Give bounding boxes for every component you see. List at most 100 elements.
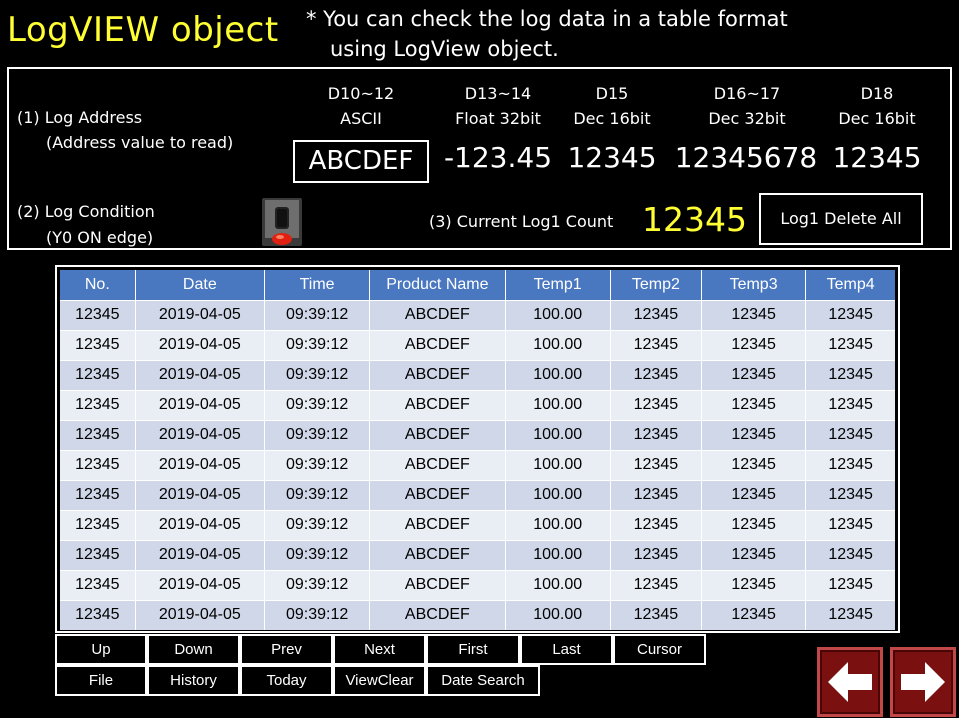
table-row[interactable]: 12345 2019-04-05 09:39:12 ABCDEF 100.00 12345… [60,539,895,570]
table-cell: ABCDEF [369,599,506,630]
table-cell: 100.00 [505,569,611,600]
table-cell: 12345 [805,299,895,330]
table-cell: ABCDEF [369,539,506,570]
dec16-value: 12345 [567,141,657,174]
delete-all-button[interactable]: Log1 Delete All [759,193,923,245]
table-cell: 09:39:12 [264,509,371,540]
table-row[interactable]: 12345 2019-04-05 09:39:12 ABCDEF 100.00 12345… [60,419,895,450]
col-type-2: Dec 16bit [573,109,651,128]
table-cell: 12345 [805,359,895,390]
table-cell: 09:39:12 [264,539,371,570]
table-cell: 12345 [610,569,702,600]
page-title: LogVIEW object [7,10,279,50]
lamp-indicator-icon[interactable] [261,197,303,247]
table-cell: 09:39:12 [264,449,371,480]
table-row[interactable]: 12345 2019-04-05 09:39:12 ABCDEF 100.00 12345… [60,599,895,630]
column-header[interactable]: Product Name [369,270,506,300]
table-cell: ABCDEF [369,389,506,420]
last-button[interactable]: Last [520,634,613,665]
table-row[interactable]: 12345 2019-04-05 09:39:12 ABCDEF 100.00 12345… [60,359,895,390]
col-addr-2: D15 [595,84,629,103]
table-cell: 12345 [805,539,895,570]
col-addr-0: D10~12 [327,84,395,103]
table-cell: ABCDEF [369,299,506,330]
table-cell: 2019-04-05 [135,569,265,600]
down-button[interactable]: Down [147,634,240,665]
table-row[interactable]: 12345 2019-04-05 09:39:12 ABCDEF 100.00 12345… [60,479,895,510]
history-button[interactable]: History [147,665,240,696]
forward-button[interactable] [890,647,956,717]
table-cell: 09:39:12 [264,389,371,420]
note-line-1: * You can check the log data in a table … [306,7,788,31]
column-header[interactable]: Date [135,270,265,300]
table-row[interactable]: 12345 2019-04-05 09:39:12 ABCDEF 100.00 12345… [60,299,895,330]
date-search-button[interactable]: Date Search [426,665,540,696]
log-address-sublabel: (Address value to read) [46,133,234,152]
log-condition-sublabel: (Y0 ON edge) [46,228,154,247]
table-cell: ABCDEF [369,479,506,510]
file-button[interactable]: File [55,665,147,696]
column-header[interactable]: Time [264,270,371,300]
table-cell: 2019-04-05 [135,389,265,420]
column-header[interactable]: Temp3 [701,270,807,300]
today-button[interactable]: Today [240,665,333,696]
table-cell: 100.00 [505,389,611,420]
table-row[interactable]: 12345 2019-04-05 09:39:12 ABCDEF 100.00 12345… [60,449,895,480]
table-cell: 100.00 [505,539,611,570]
table-cell: 12345 [805,389,895,420]
table-cell: 100.00 [505,479,611,510]
table-cell: 12345 [805,449,895,480]
table-cell: 09:39:12 [264,329,371,360]
table-cell: 12345 [701,479,807,510]
table-row[interactable]: 12345 2019-04-05 09:39:12 ABCDEF 100.00 12345… [60,329,895,360]
first-button[interactable]: First [426,634,520,665]
table-cell: 12345 [610,449,702,480]
table-cell: 12345 [701,509,807,540]
back-button[interactable] [817,647,883,717]
table-cell: 12345 [610,329,702,360]
table-cell: 12345 [60,419,136,450]
col-addr-3: D16~17 [713,84,781,103]
table-cell: 12345 [701,599,807,630]
table-cell: 2019-04-05 [135,359,265,390]
table-cell: 100.00 [505,419,611,450]
arrow-left-icon [828,662,872,702]
table-cell: ABCDEF [369,359,506,390]
up-button[interactable]: Up [55,634,147,665]
table-cell: 12345 [610,389,702,420]
table-cell: 12345 [701,569,807,600]
col-addr-1: D13~14 [464,84,532,103]
dec32-value: 12345678 [674,141,818,174]
note-line-2: using LogView object. [330,37,559,61]
current-count-value: 12345 [642,200,747,239]
table-cell: ABCDEF [369,419,506,450]
col-type-3: Dec 32bit [708,109,786,128]
view-clear-button[interactable]: ViewClear [333,665,426,696]
column-header[interactable]: Temp1 [505,270,611,300]
log-condition-label: (2) Log Condition [17,202,155,221]
prev-button[interactable]: Prev [240,634,333,665]
col-type-4: Dec 16bit [838,109,916,128]
table-cell: 12345 [805,599,895,630]
column-header[interactable]: Temp2 [610,270,702,300]
ascii-value-box[interactable]: ABCDEF [293,140,429,183]
table-cell: 12345 [60,539,136,570]
log-table[interactable]: No. Date Time Product Name Temp1 Temp2 Temp3 Te… [55,265,900,633]
table-cell: ABCDEF [369,509,506,540]
table-cell: 2019-04-05 [135,539,265,570]
table-row[interactable]: 12345 2019-04-05 09:39:12 ABCDEF 100.00 12345… [60,389,895,420]
table-cell: 09:39:12 [264,299,371,330]
arrow-right-icon [901,662,945,702]
table-cell: 12345 [701,359,807,390]
table-cell: 2019-04-05 [135,299,265,330]
column-header[interactable]: Temp4 [805,270,895,300]
col-type-1: Float 32bit [455,109,541,128]
cursor-button[interactable]: Cursor [613,634,706,665]
log-info-panel: (1) Log Address (Address value to read) … [7,67,952,250]
table-row[interactable]: 12345 2019-04-05 09:39:12 ABCDEF 100.00 12345… [60,569,895,600]
table-cell: 12345 [610,359,702,390]
table-cell: 12345 [610,539,702,570]
column-header[interactable]: No. [60,270,136,300]
table-row[interactable]: 12345 2019-04-05 09:39:12 ABCDEF 100.00 12345… [60,509,895,540]
next-button[interactable]: Next [333,634,426,665]
